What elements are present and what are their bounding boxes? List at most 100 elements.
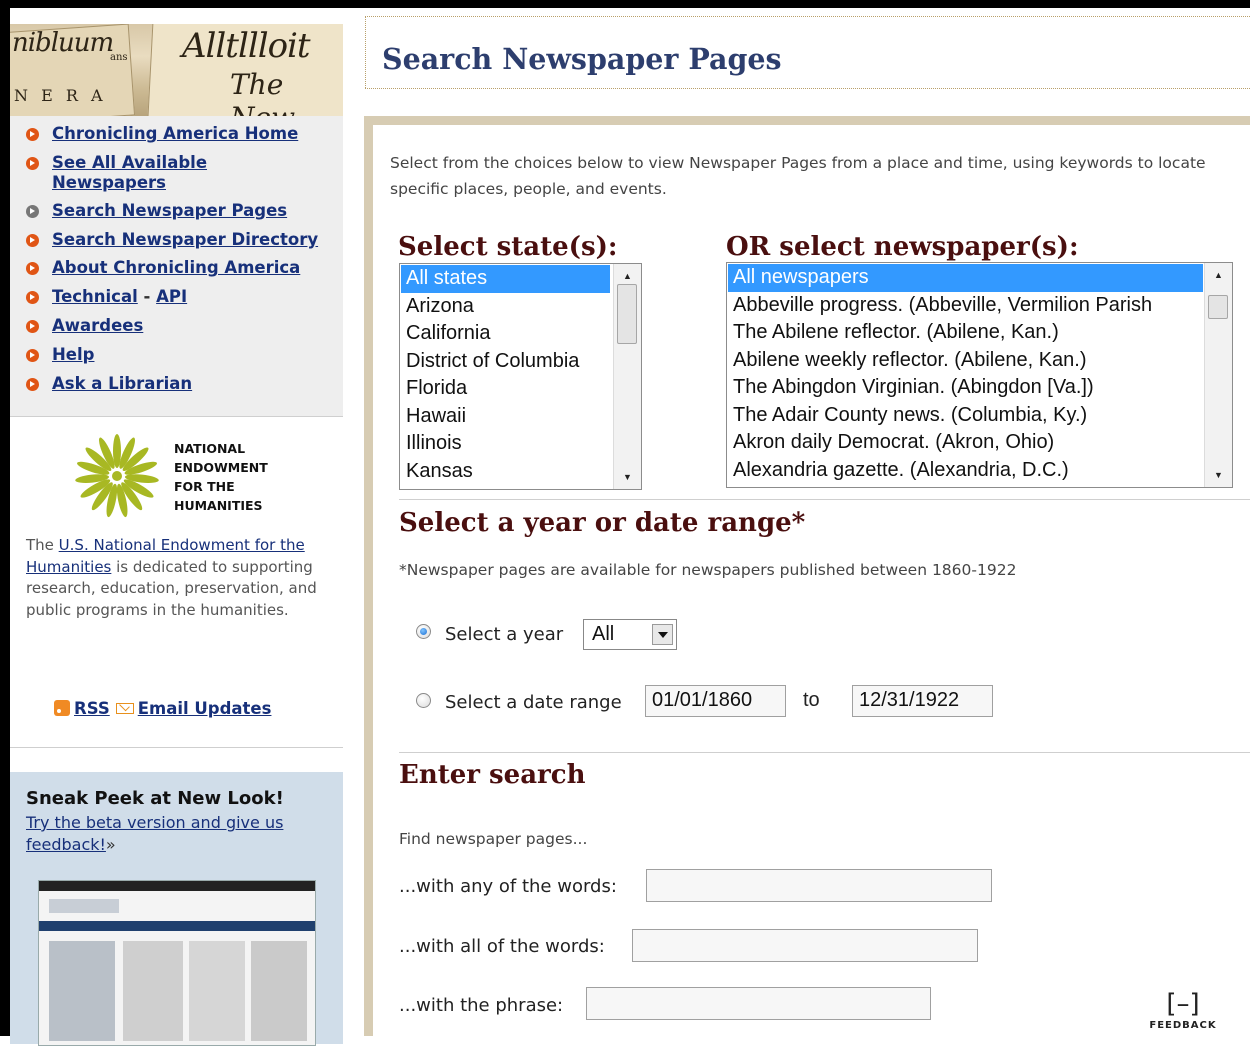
divider — [399, 752, 1250, 753]
newspaper-option[interactable]: Abilene weekly reflector. (Abilene, Kan.… — [728, 347, 1203, 375]
arrow-bullet-icon — [26, 262, 39, 276]
scroll-up-icon[interactable]: ▲ — [1205, 265, 1232, 285]
any-words-input[interactable] — [646, 869, 992, 902]
scroll-thumb[interactable] — [1208, 295, 1228, 319]
nav-item-all-newspapers: See All Available Newspapers — [24, 153, 343, 193]
date-from-input[interactable]: 01/01/1860 — [645, 685, 786, 717]
nav-item-awardees: Awardees — [24, 316, 343, 336]
newspaper-banner-image: nibluum Alltllloit The New N E R A ans — [10, 24, 343, 116]
search-heading: Enter search — [399, 760, 586, 790]
nav-link-api[interactable]: API — [156, 287, 187, 306]
state-scrollbar[interactable]: ▲ ▼ — [613, 264, 641, 489]
nav-link-home[interactable]: Chronicling America Home — [52, 124, 298, 143]
nav-link-newspapers[interactable]: Newspapers — [52, 173, 166, 192]
newspaper-option[interactable]: Alexandria gazette. (Alexandria, D.C.) — [728, 457, 1203, 485]
rss-icon — [54, 700, 70, 716]
feeds-section: RSS Email Updates — [10, 669, 343, 748]
newspaper-option[interactable]: All newspapers — [728, 264, 1203, 292]
date-to-label: to — [803, 689, 820, 711]
feedback-label: FEEDBACK — [1149, 1020, 1217, 1031]
state-option[interactable]: Illinois — [401, 430, 610, 458]
nav-link-search-pages[interactable]: Search Newspaper Pages — [52, 201, 287, 220]
arrow-bullet-icon — [26, 377, 39, 391]
neh-logo-text: NATIONAL ENDOWMENT FOR THE HUMANITIES — [174, 441, 268, 513]
nav-item-about: About Chronicling America — [24, 258, 343, 278]
any-words-label: ...with any of the words: — [399, 876, 617, 897]
year-select[interactable]: All — [583, 619, 677, 650]
nav-link-awardees[interactable]: Awardees — [52, 316, 143, 335]
nav-link-search-directory[interactable]: Search Newspaper Directory — [52, 230, 318, 249]
sidebar: nibluum Alltllloit The New N E R A ans C… — [10, 8, 343, 1046]
newspaper-scrollbar[interactable]: ▲ ▼ — [1204, 263, 1232, 487]
phrase-label: ...with the phrase: — [399, 995, 564, 1016]
search-intro: Find newspaper pages... — [399, 830, 588, 848]
nav-link-about[interactable]: About Chronicling America — [52, 258, 300, 277]
arrow-bullet-icon — [26, 291, 39, 305]
newspaper-option[interactable]: Akron daily Democrat. (Akron, Ohio) — [728, 429, 1203, 457]
nav-item-search-directory: Search Newspaper Directory — [24, 230, 343, 250]
newspaper-option[interactable]: The Abingdon Virginian. (Abingdon [Va.]) — [728, 374, 1203, 402]
collapse-icon: [–] — [1166, 989, 1200, 1019]
date-range-radio[interactable] — [416, 693, 431, 708]
beta-feedback-link[interactable]: Try the beta version and give us feedbac… — [26, 813, 283, 854]
beta-promo: Sneak Peek at New Look! Try the beta ver… — [10, 772, 343, 1046]
state-listbox[interactable]: All states Arizona California District o… — [399, 263, 642, 490]
year-select-value: All — [592, 623, 615, 645]
scroll-thumb[interactable] — [617, 284, 637, 344]
state-option[interactable]: District of Columbia — [401, 348, 610, 376]
intro-text: Select from the choices below to view Ne… — [390, 154, 1206, 198]
nav-link-see-all[interactable]: See All Available — [52, 153, 207, 172]
nav-item-home: Chronicling America Home — [24, 124, 343, 144]
newspaper-listbox[interactable]: All newspapers Abbeville progress. (Abbe… — [726, 262, 1233, 488]
chevron-down-icon[interactable] — [652, 624, 673, 645]
state-option[interactable]: Kansas — [401, 458, 610, 486]
arrow-bullet-icon — [26, 156, 39, 170]
newspaper-option[interactable]: Abbeville progress. (Abbeville, Vermilio… — [728, 292, 1203, 320]
nav-item-technical: Technical - API — [24, 287, 343, 307]
state-option[interactable]: Hawaii — [401, 403, 610, 431]
year-radio[interactable] — [416, 624, 431, 639]
banner-text: N E R A — [14, 86, 107, 105]
neh-logo-icon[interactable] — [72, 431, 162, 521]
scroll-down-icon[interactable]: ▼ — [1205, 465, 1232, 485]
banner-text: nibluum — [12, 28, 114, 58]
banner-text: The New — [230, 68, 295, 116]
date-to-input[interactable]: 12/31/1922 — [852, 685, 993, 717]
state-heading: Select state(s): — [398, 232, 618, 262]
nav-link-technical[interactable]: Technical — [52, 287, 138, 306]
nav-link-ask-librarian[interactable]: Ask a Librarian — [52, 374, 192, 393]
newspaper-heading: OR select newspaper(s): — [726, 232, 1079, 262]
nav-item-search-pages: Search Newspaper Pages — [24, 201, 343, 221]
date-range-radio-label[interactable]: Select a date range — [445, 692, 622, 713]
scroll-up-icon[interactable]: ▲ — [614, 266, 641, 286]
nav-item-help: Help — [24, 345, 343, 365]
state-option[interactable]: All states — [401, 265, 610, 293]
date-note: *Newspaper pages are available for newsp… — [399, 561, 1017, 579]
beta-preview-thumbnail[interactable] — [38, 880, 316, 1046]
nav-link-help[interactable]: Help — [52, 345, 94, 364]
state-option[interactable]: California — [401, 320, 610, 348]
arrow-bullet-icon — [26, 348, 39, 362]
nav-separator: - — [137, 287, 157, 307]
banner-text: ans — [110, 52, 128, 63]
beta-promo-title: Sneak Peek at New Look! — [26, 788, 284, 809]
all-words-input[interactable] — [632, 929, 978, 962]
arrow-bullet-icon — [26, 204, 39, 218]
newspaper-option[interactable]: The Adair County news. (Columbia, Ky.) — [728, 402, 1203, 430]
feedback-button[interactable]: [–] FEEDBACK — [1148, 990, 1218, 1031]
page-title: Search Newspaper Pages — [382, 42, 782, 76]
rss-link[interactable]: RSS — [74, 699, 110, 718]
scroll-down-icon[interactable]: ▼ — [614, 467, 641, 487]
mail-icon — [115, 703, 134, 714]
year-radio-label[interactable]: Select a year — [445, 624, 563, 645]
banner-text: Alltllloit — [182, 26, 311, 66]
nav-item-librarian: Ask a Librarian — [24, 374, 343, 394]
state-option[interactable]: Arizona — [401, 293, 610, 321]
arrow-bullet-icon — [26, 319, 39, 333]
arrow-bullet-icon — [26, 128, 39, 141]
date-heading: Select a year or date range* — [399, 508, 806, 538]
email-updates-link[interactable]: Email Updates — [138, 699, 272, 718]
state-option[interactable]: Florida — [401, 375, 610, 403]
phrase-input[interactable] — [586, 987, 931, 1020]
newspaper-option[interactable]: The Abilene reflector. (Abilene, Kan.) — [728, 319, 1203, 347]
